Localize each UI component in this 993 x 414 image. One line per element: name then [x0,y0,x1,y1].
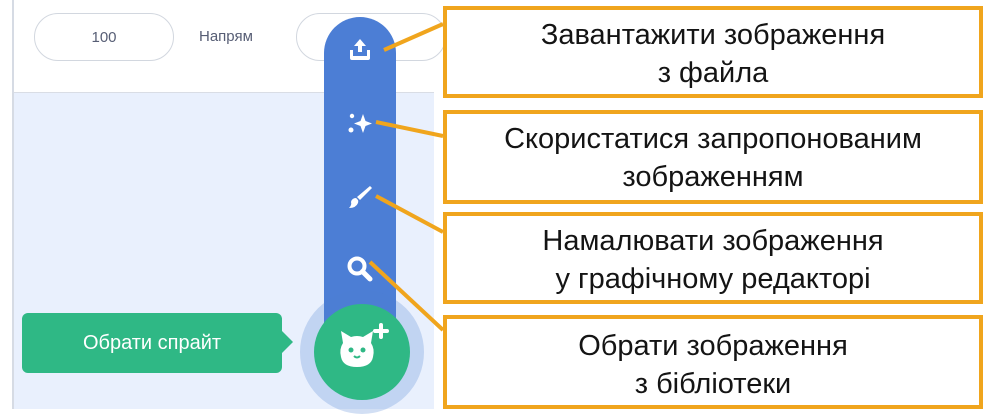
callout-surprise-line1: Скористатися запропонованим [504,123,922,155]
callout-paint: Намалювати зображення у графічному редак… [443,212,983,304]
callout-paint-line2: у графічному редакторі [555,263,871,295]
callout-upload-line1: Завантажити зображення [540,19,886,51]
callout-library-line2: з бібліотеки [634,368,792,400]
callout-upload: Завантажити зображення з файла [443,6,983,98]
callout-surprise: Скористатися запропонованим зображенням [443,110,983,204]
callout-paint-line1: Намалювати зображення [542,225,884,257]
callout-library: Обрати зображення з бібліотеки [443,315,983,409]
callout-upload-line2: з файла [657,57,769,89]
callout-surprise-line2: зображенням [622,161,804,193]
callout-library-line1: Обрати зображення [578,330,848,362]
